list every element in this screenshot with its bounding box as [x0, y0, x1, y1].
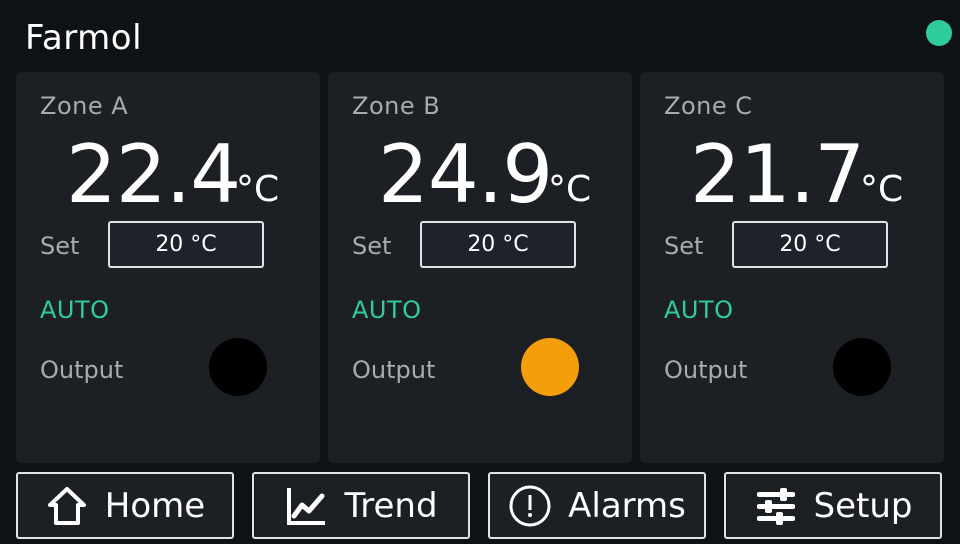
zone-name: Zone C: [664, 92, 753, 120]
temperature-unit: °C: [548, 169, 592, 210]
zone-card-a: Zone A 22.4 °C Set 20 °C AUTO Output: [16, 72, 320, 463]
alert-circle-icon: [508, 484, 552, 528]
alarms-button-label: Alarms: [568, 485, 686, 526]
zone-temperature: 24.9: [378, 128, 553, 221]
output-indicator: [521, 338, 579, 396]
mode-label: AUTO: [664, 296, 734, 324]
app-screen: Farmol Zone A 22.4 °C Set 20 °C AUTO Out…: [0, 0, 960, 544]
zone-name: Zone B: [352, 92, 441, 120]
trend-chart-icon: [284, 484, 328, 528]
setpoint-field[interactable]: 20 °C: [420, 221, 576, 268]
zone-name: Zone A: [40, 92, 129, 120]
zone-temperature: 22.4: [66, 128, 241, 221]
setup-button-label: Setup: [813, 485, 913, 526]
alarms-button[interactable]: Alarms: [488, 472, 706, 539]
zone-card-b: Zone B 24.9 °C Set 20 °C AUTO Output: [328, 72, 632, 463]
temperature-unit: °C: [860, 169, 904, 210]
trend-button[interactable]: Trend: [252, 472, 470, 539]
mode-label: AUTO: [40, 296, 110, 324]
output-label: Output: [40, 356, 124, 384]
trend-button-label: Trend: [344, 485, 438, 526]
setpoint-label: Set: [664, 232, 704, 260]
setpoint-label: Set: [352, 232, 392, 260]
temperature-unit: °C: [236, 169, 280, 210]
output-label: Output: [352, 356, 436, 384]
zone-card-c: Zone C 21.7 °C Set 20 °C AUTO Output: [640, 72, 944, 463]
home-icon: [45, 484, 89, 528]
status-indicator: [926, 20, 952, 46]
output-indicator: [209, 338, 267, 396]
home-button-label: Home: [104, 485, 206, 526]
zone-temperature: 21.7: [690, 128, 865, 221]
sliders-icon: [754, 484, 798, 528]
setpoint-label: Set: [40, 232, 80, 260]
setup-button[interactable]: Setup: [724, 472, 942, 539]
setpoint-field[interactable]: 20 °C: [732, 221, 888, 268]
output-label: Output: [664, 356, 748, 384]
app-title: Farmol: [25, 18, 143, 58]
home-button[interactable]: Home: [16, 472, 234, 539]
setpoint-field[interactable]: 20 °C: [108, 221, 264, 268]
output-indicator: [833, 338, 891, 396]
mode-label: AUTO: [352, 296, 422, 324]
